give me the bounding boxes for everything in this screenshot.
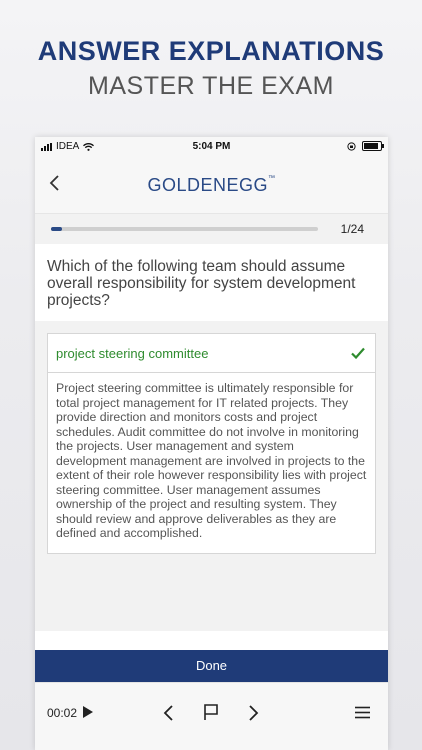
menu-icon[interactable]	[355, 706, 370, 719]
question-counter: 1/24	[340, 222, 364, 236]
promo-title: ANSWER EXPLANATIONS	[37, 36, 385, 66]
answer-card: project steering committee Project steer…	[47, 333, 376, 554]
nav-bar: GOLDENEGG™	[35, 157, 388, 214]
play-icon[interactable]	[83, 706, 93, 718]
orientation-lock-icon	[347, 141, 356, 151]
answer-option-label: project steering committee	[56, 346, 209, 361]
previous-chevron-icon[interactable]	[162, 704, 176, 722]
promo-subtitle: MASTER THE EXAM	[88, 72, 334, 100]
question-text: Which of the following team should assum…	[35, 244, 388, 321]
next-chevron-icon[interactable]	[246, 704, 260, 722]
checkmark-icon	[351, 347, 365, 359]
progress-fill	[51, 227, 62, 231]
phone-screen: IDEA 5:04 PM GOLDENEGG™ 1/24 Which of th…	[35, 137, 388, 750]
logo-trademark: ™	[268, 175, 276, 182]
answer-option[interactable]: project steering committee	[48, 334, 375, 373]
timer-label: 00:02	[47, 706, 78, 720]
progress-bar	[51, 227, 318, 231]
status-bar: IDEA 5:04 PM	[35, 137, 388, 157]
done-button[interactable]: Done	[35, 650, 388, 682]
flag-icon[interactable]	[203, 703, 219, 721]
logo-text: GOLDENEGG	[147, 175, 269, 195]
answer-explanation: Project steering committee is ultimately…	[56, 381, 367, 540]
progress-row: 1/24	[35, 214, 388, 244]
bottom-toolbar: 00:02	[35, 682, 388, 750]
battery-icon	[362, 141, 384, 151]
goldenegg-logo: GOLDENEGG™	[35, 175, 388, 196]
status-time: 5:04 PM	[192, 141, 231, 152]
answer-area: project steering committee Project steer…	[35, 321, 388, 631]
